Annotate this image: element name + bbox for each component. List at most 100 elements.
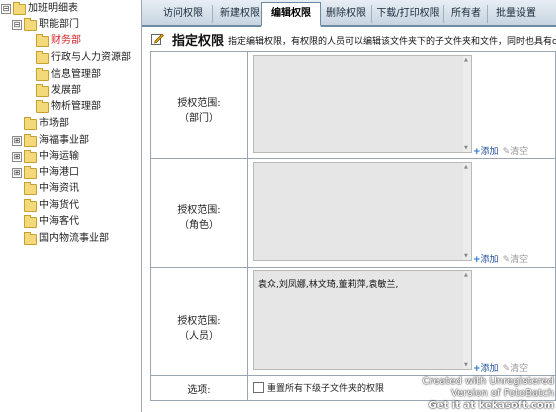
scrollbar[interactable] — [463, 271, 471, 369]
clear-label: 清空 — [510, 147, 529, 157]
roles-listbox[interactable] — [253, 162, 472, 261]
tree-node-label: 加班明细表 — [28, 3, 78, 14]
expand-icon[interactable]: ⊞ — [12, 136, 22, 146]
folder-icon — [24, 214, 37, 228]
scrollbar[interactable] — [463, 163, 471, 260]
tree-node-info[interactable]: 中海资讯 — [24, 181, 79, 196]
people-listbox[interactable]: 袁众,刘凤娜,林文琦,董莉萍,袁敏兰, — [253, 270, 472, 370]
tree-node-label: 中海资讯 — [39, 183, 79, 194]
watermark: Created with Unregistered Version of Fot… — [422, 376, 554, 412]
tree-node-admin-hr[interactable]: 行政与人力资源部 — [36, 50, 131, 65]
tab-owner[interactable]: 所有者 — [443, 5, 488, 23]
folder-icon — [24, 198, 37, 212]
permission-tabs: 访问权限 新建权限 编辑权限 删除权限 下载/打印权限 所有者 批量设置 — [142, 0, 556, 27]
tree-node-label: 市场部 — [39, 118, 69, 129]
scope-label-line1: 授权范围: — [177, 316, 221, 327]
clear-icon: ✎ — [502, 255, 511, 265]
tree-node-label: 海福事业部 — [39, 135, 89, 146]
expand-icon[interactable]: ⊞ — [12, 152, 22, 162]
tree-node-label: 职能部门 — [39, 19, 79, 30]
clear-icon: ✎ — [502, 364, 511, 374]
watermark-line2: Version of FotoBatch — [450, 388, 554, 399]
scope-departments-row: 授权范围: （部门） +添加✎清空 — [150, 51, 556, 160]
tree-node-development[interactable]: 发展部 — [36, 83, 81, 98]
tab-batch-settings[interactable]: 批量设置 — [487, 5, 544, 23]
reset-permissions-option[interactable]: 重置所有下级子文件夹的权限 — [253, 381, 384, 394]
folder-icon — [24, 17, 37, 31]
clear-label: 清空 — [510, 255, 529, 265]
add-button[interactable]: +添加 — [473, 147, 499, 157]
tree-node-domestic-logistics[interactable]: 国内物流事业部 — [24, 231, 109, 246]
expand-icon[interactable]: ⊞ — [12, 168, 22, 178]
add-button[interactable]: +添加 — [473, 364, 499, 374]
add-label: 添加 — [480, 255, 499, 265]
folder-icon — [36, 99, 49, 113]
tree-node-it[interactable]: 信息管理部 — [36, 67, 101, 82]
tree-node-label: 中海运输 — [39, 151, 79, 162]
plus-icon: + — [473, 364, 481, 374]
tree-node-label: 发展部 — [51, 85, 81, 96]
plus-icon: + — [473, 147, 481, 157]
tree-node-label: 中海客代 — [39, 216, 79, 227]
tree-node-finance[interactable]: 财务部 — [36, 33, 81, 48]
tree-node-port[interactable]: ⊞ 中海港口 — [12, 165, 79, 180]
clear-button[interactable]: ✎清空 — [503, 255, 529, 265]
folder-icon — [24, 181, 37, 195]
folder-icon — [24, 149, 37, 163]
tree-node-label: 财务部 — [51, 35, 81, 46]
tree-node-haifu[interactable]: ⊞ 海福事业部 — [12, 133, 89, 148]
watermark-line1: Created with Unregistered — [422, 376, 554, 387]
folder-icon — [24, 231, 37, 245]
page-title: 指定权限 — [172, 34, 225, 49]
tree-node-label: 国内物流事业部 — [39, 233, 109, 244]
options-label: 选项: — [187, 385, 211, 396]
folder-icon — [24, 116, 37, 130]
page-description: 指定编辑权限，有权限的人员可以编辑该文件夹下的子文件夹和文件，同时也具有ofi — [228, 37, 556, 47]
add-button[interactable]: +添加 — [473, 255, 499, 265]
tree-node-marketing[interactable]: 市场部 — [24, 116, 69, 131]
folder-icon — [36, 83, 49, 97]
collapse-icon[interactable]: ⊟ — [12, 20, 22, 30]
folder-icon — [24, 133, 37, 147]
tab-delete[interactable]: 删除权限 — [321, 5, 371, 23]
add-label: 添加 — [480, 364, 499, 374]
folder-tree: ⊟ 加班明细表 ⊟ 职能部门 财务部 行政与人力资源部 信息管理部 发展部 物析管理… — [0, 0, 142, 412]
folder-icon — [13, 1, 26, 15]
tab-access[interactable]: 访问权限 — [154, 5, 212, 23]
scope-label-line2: （人员） — [179, 331, 219, 342]
clear-button[interactable]: ✎清空 — [503, 364, 529, 374]
tree-node-transport[interactable]: ⊞ 中海运输 — [12, 149, 79, 164]
tree-node-freight[interactable]: 中海货代 — [24, 198, 79, 213]
scope-label: 授权范围: （人员） — [151, 268, 248, 376]
tree-node-label: 中海港口 — [39, 167, 79, 178]
collapse-icon[interactable]: ⊟ — [1, 4, 11, 14]
folder-icon — [36, 67, 49, 81]
folder-icon — [24, 165, 37, 179]
scope-label: 授权范围: （角色） — [151, 159, 248, 268]
reset-permissions-label: 重置所有下级子文件夹的权限 — [267, 384, 385, 394]
tree-node-root[interactable]: ⊟ 加班明细表 — [1, 1, 78, 16]
tree-node-passenger[interactable]: 中海客代 — [24, 214, 79, 229]
options-label-cell: 选项: — [151, 376, 248, 400]
scope-label-line2: （部门） — [179, 113, 219, 124]
tree-node-label: 物析管理部 — [51, 101, 101, 112]
tab-edit[interactable]: 编辑权限 — [261, 2, 321, 27]
clear-icon: ✎ — [502, 147, 511, 157]
tab-download-print[interactable]: 下载/打印权限 — [371, 5, 444, 23]
scrollbar[interactable] — [463, 56, 471, 152]
scope-roles-row: 授权范围: （角色） +添加✎清空 — [150, 158, 556, 269]
scope-label-line1: 授权范围: — [177, 98, 221, 109]
folder-icon — [36, 50, 49, 64]
tree-node-logistics-mgmt[interactable]: 物析管理部 — [36, 99, 101, 114]
reset-permissions-checkbox[interactable] — [253, 382, 264, 393]
clear-button[interactable]: ✎清空 — [503, 147, 529, 157]
edit-pencil-icon — [151, 33, 164, 45]
tree-node-label: 中海货代 — [39, 200, 79, 211]
add-label: 添加 — [480, 147, 499, 157]
scope-label: 授权范围: （部门） — [151, 52, 248, 159]
tab-create[interactable]: 新建权限 — [212, 5, 267, 23]
departments-listbox[interactable] — [253, 55, 472, 153]
tree-node-label: 信息管理部 — [51, 69, 101, 80]
tree-node-functional-depts[interactable]: ⊟ 职能部门 — [12, 17, 79, 32]
watermark-line3: Get it at kekasoft.com — [428, 400, 554, 411]
